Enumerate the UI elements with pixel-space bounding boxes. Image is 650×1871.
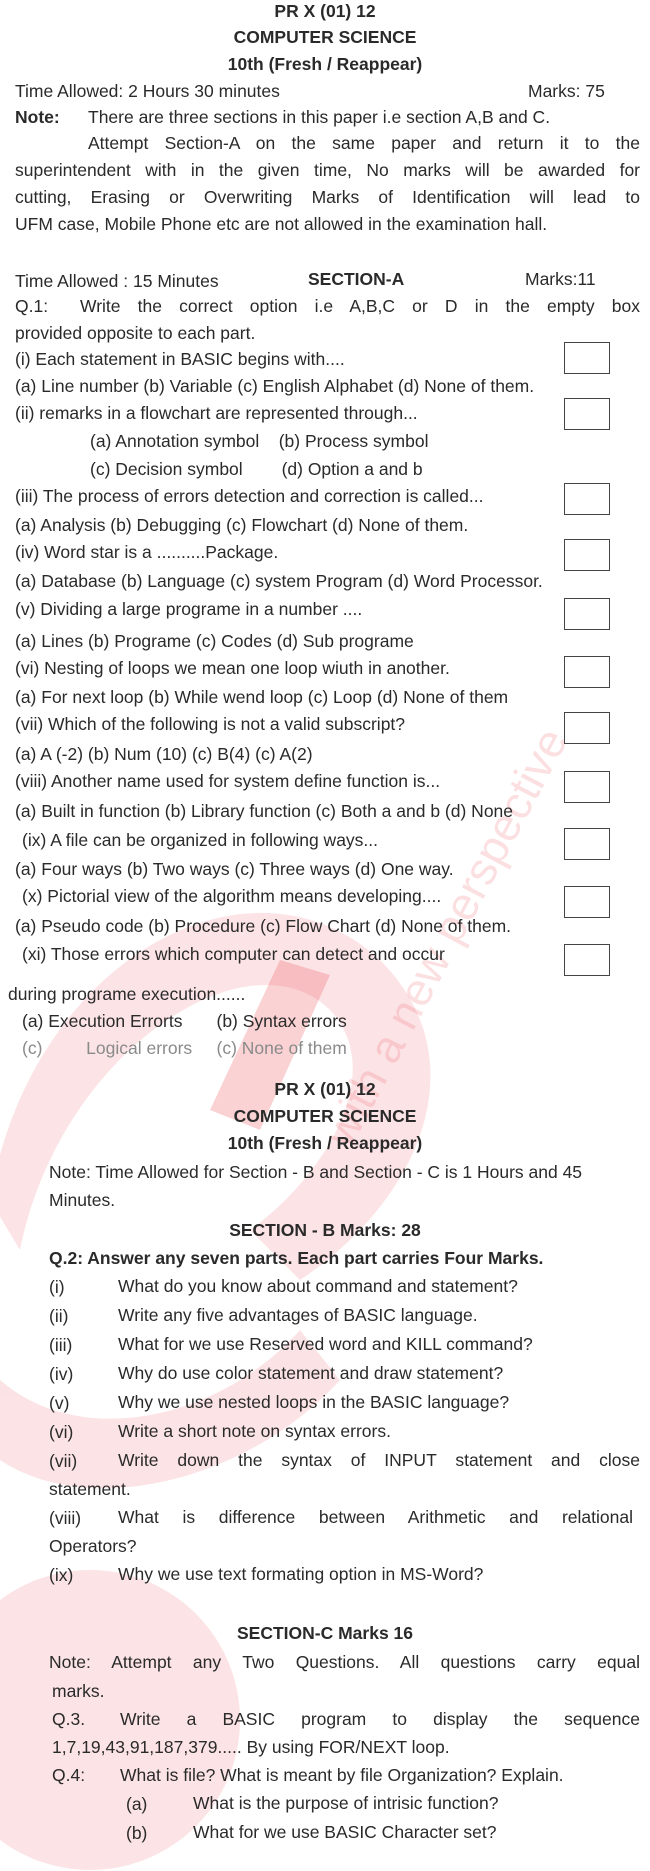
section-c-title: SECTION-C Marks 16 [236, 1623, 414, 1643]
answer-box[interactable] [564, 483, 610, 515]
mcq-question: (ix) A file can be organized in followin… [22, 830, 379, 850]
item-text-cont: statement. [49, 1479, 131, 1499]
mcq-question: (x) Pictorial view of the algorithm mean… [22, 886, 442, 906]
answer-box[interactable] [564, 944, 610, 976]
section-a-title: SECTION-A [308, 269, 405, 289]
mcq-options: (a) Annotation symbol (b) Process symbol [90, 431, 429, 451]
mcq-question: (v) Dividing a large programe in a numbe… [15, 599, 363, 619]
q3-text: Write a BASIC program to display the seq… [120, 1709, 640, 1729]
item-text: Write a short note on syntax errors. [118, 1421, 391, 1441]
paper-code-2: PR X (01) 12 [274, 1079, 376, 1099]
answer-box[interactable] [564, 771, 610, 803]
q4-label: Q.4: [52, 1765, 86, 1785]
answer-box[interactable] [564, 398, 610, 430]
mcq-question: during programe execution...... [8, 984, 246, 1004]
time-allowed: Time Allowed: 2 Hours 30 minutes [15, 81, 280, 101]
subject-title: COMPUTER SCIENCE [233, 27, 417, 47]
note-line: Attempt Section-A on the same paper and … [88, 133, 640, 153]
mcq-options: (a) For next loop (b) While wend loop (c… [15, 687, 509, 707]
mcq-question: (iv) Word star is a ..........Package. [15, 542, 279, 562]
mcq-options: (a) Built in function (b) Library functi… [15, 801, 514, 821]
q3-label: Q.3. [52, 1709, 86, 1729]
q4-text: What is file? What is meant by file Orga… [120, 1765, 564, 1785]
item-number: (vi) [49, 1422, 74, 1442]
time-note: Note: Time Allowed for Section - B and S… [49, 1162, 583, 1182]
item-number: (vii) [49, 1451, 78, 1471]
q1-instruction: provided opposite to each part. [15, 323, 256, 343]
mcq-options: (a) Four ways (b) Two ways (c) Three way… [15, 859, 454, 879]
note-line: cutting, Erasing or Overwriting Marks of… [15, 187, 640, 207]
time-note: Minutes. [49, 1190, 116, 1210]
item-text: Why we use nested loops in the BASIC lan… [118, 1392, 510, 1412]
q3-text: 1,7,19,43,91,187,379..... By using FOR/N… [52, 1737, 450, 1757]
mcq-question: (vi) Nesting of loops we mean one loop w… [15, 658, 450, 678]
item-number: (iii) [49, 1335, 73, 1355]
mcq-question: (ii) remarks in a flowchart are represen… [15, 403, 418, 423]
mcq-options: (a) Database (b) Language (c) system Pro… [15, 571, 543, 591]
mcq-options: (a) A (-2) (b) Num (10) (c) B(4) (c) A(2… [15, 744, 313, 764]
answer-box[interactable] [564, 712, 610, 744]
answer-box[interactable] [564, 539, 610, 571]
q1-instruction: Write the correct option i.e A,B,C or D … [80, 296, 640, 316]
section-a-marks: Marks:11 [525, 269, 596, 289]
mcq-options: (a) Execution Errorts (b) Syntax errors [22, 1011, 347, 1031]
item-number: (ix) [49, 1565, 74, 1585]
note-line: superintendent with in the given time, N… [15, 160, 640, 180]
answer-box[interactable] [564, 828, 610, 860]
mcq-options: (c) Logical errors (c) None of them [22, 1038, 347, 1058]
item-number: (b) [126, 1823, 148, 1843]
answer-box[interactable] [564, 342, 610, 374]
item-text: Write any five advantages of BASIC langu… [118, 1305, 478, 1325]
mcq-question: (viii) Another name used for system defi… [15, 771, 441, 791]
item-text: What do you know about command and state… [118, 1276, 518, 1296]
mcq-question: (xi) Those errors which computer can det… [22, 944, 445, 964]
mcq-question: (i) Each statement in BASIC begins with.… [15, 349, 345, 369]
item-text: Why we use text formating option in MS-W… [118, 1564, 484, 1584]
item-text-cont: Operators? [49, 1536, 137, 1556]
section-c-note: Note: Attempt any Two Questions. All que… [49, 1652, 640, 1672]
note-line: There are three sections in this paper i… [88, 107, 551, 127]
q2-instruction: Q.2: Answer any seven parts. Each part c… [49, 1248, 544, 1268]
item-text: What for we use BASIC Character set? [193, 1822, 497, 1842]
note-label: Note: [15, 107, 60, 127]
section-a-time: Time Allowed : 15 Minutes [15, 271, 219, 291]
item-number: (i) [49, 1277, 65, 1297]
class-title: 10th (Fresh / Reappear) [227, 54, 423, 74]
item-number: (a) [126, 1794, 148, 1814]
mcq-options: (a) Pseudo code (b) Procedure (c) Flow C… [15, 916, 512, 936]
item-text: Why do use color statement and draw stat… [118, 1363, 504, 1383]
mcq-question: (vii) Which of the following is not a va… [15, 714, 406, 734]
paper-code: PR X (01) 12 [274, 1, 376, 21]
item-text: Write down the syntax of INPUT statement… [118, 1450, 640, 1470]
item-number: (v) [49, 1393, 70, 1413]
mcq-options: (a) Lines (b) Programe (c) Codes (d) Sub… [15, 631, 414, 651]
q1-label: Q.1: [15, 296, 49, 316]
total-marks: Marks: 75 [528, 81, 605, 101]
mcq-options: (c) Decision symbol (d) Option a and b [90, 459, 423, 479]
answer-box[interactable] [564, 886, 610, 918]
item-text: What is difference between Arithmetic an… [118, 1507, 633, 1527]
answer-box[interactable] [564, 598, 610, 630]
class-title-2: 10th (Fresh / Reappear) [227, 1133, 423, 1153]
item-number: (viii) [49, 1508, 82, 1528]
mcq-options: (a) Analysis (b) Debugging (c) Flowchart… [15, 515, 469, 535]
section-b-title: SECTION - B Marks: 28 [229, 1220, 421, 1240]
mcq-options: (a) Line number (b) Variable (c) English… [15, 376, 535, 396]
section-c-note: marks. [52, 1681, 105, 1701]
item-number: (iv) [49, 1364, 74, 1384]
answer-box[interactable] [564, 656, 610, 688]
note-line: UFM case, Mobile Phone etc are not allow… [15, 214, 548, 234]
mcq-question: (iii) The process of errors detection an… [15, 486, 484, 506]
subject-title-2: COMPUTER SCIENCE [233, 1106, 417, 1126]
item-number: (ii) [49, 1306, 69, 1326]
item-text: What for we use Reserved word and KILL c… [118, 1334, 533, 1354]
item-text: What is the purpose of intrisic function… [193, 1793, 499, 1813]
